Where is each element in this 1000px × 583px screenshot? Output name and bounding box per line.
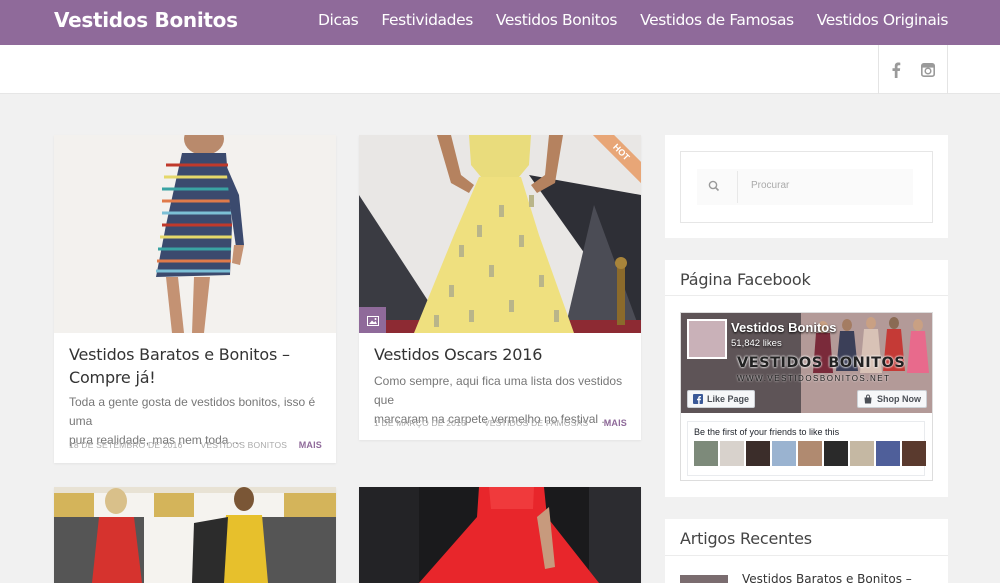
- like-page-label[interactable]: Like Page: [707, 394, 749, 404]
- facebook-page-avatar[interactable]: [687, 319, 727, 359]
- fan-avatar[interactable]: [772, 441, 796, 466]
- post-title[interactable]: Vestidos Oscars 2016: [374, 343, 542, 366]
- facebook-page-name[interactable]: Vestidos Bonitos: [731, 320, 836, 335]
- fan-avatar[interactable]: [746, 441, 770, 466]
- post-meta: 1 DE MARÇO DE 2016 VESTIDOS DE FAMOSAS M…: [374, 418, 627, 428]
- nav-item-vestidos-de-famosas[interactable]: Vestidos de Famosas: [640, 11, 794, 29]
- facebook-widget: Página Facebook Vestidos Bonitos 51,842 …: [665, 260, 948, 497]
- hot-badge-label: HOT: [591, 135, 641, 185]
- nav-item-vestidos-bonitos[interactable]: Vestidos Bonitos: [496, 11, 618, 29]
- nav-item-festividades[interactable]: Festividades: [381, 11, 473, 29]
- post-title-line[interactable]: Vestidos Baratos e Bonitos –: [69, 345, 290, 364]
- nav-item-dicas[interactable]: Dicas: [318, 11, 359, 29]
- search-input[interactable]: Procurar: [697, 169, 913, 205]
- search-placeholder: Procurar: [751, 180, 790, 191]
- search-icon[interactable]: [707, 179, 721, 198]
- shop-now-button[interactable]: Shop Now: [857, 390, 927, 408]
- search-box: Procurar: [680, 151, 933, 223]
- read-more-link[interactable]: MAIS: [604, 418, 627, 428]
- fan-avatar[interactable]: [798, 441, 822, 466]
- site-logo[interactable]: Vestidos Bonitos: [54, 8, 238, 32]
- nav-item-vestidos-originais[interactable]: Vestidos Originais: [817, 11, 949, 29]
- post-image[interactable]: HOT: [359, 135, 641, 333]
- shop-now-label[interactable]: Shop Now: [877, 394, 921, 404]
- post-category[interactable]: VESTIDOS BONITOS: [201, 440, 288, 450]
- fan-avatar[interactable]: [824, 441, 848, 466]
- recent-post-thumbnail[interactable]: [680, 575, 728, 583]
- fan-avatar[interactable]: [850, 441, 874, 466]
- facebook-like-count: 51,842 likes: [731, 338, 782, 349]
- post-title[interactable]: Vestidos Baratos e Bonitos – Compre já!: [69, 343, 290, 389]
- read-more-link[interactable]: MAIS: [299, 440, 322, 450]
- facebook-friends-box: Be the first of your friends to like thi…: [687, 421, 926, 476]
- post-date: 1 DE MARÇO DE 2016: [374, 418, 466, 428]
- fan-avatar[interactable]: [720, 441, 744, 466]
- widget-divider: [665, 295, 948, 296]
- post-date: 18 DE SETEMBRO DE 2016: [69, 440, 183, 450]
- hot-badge: HOT: [591, 135, 641, 185]
- post-image[interactable]: [54, 135, 336, 333]
- like-page-button[interactable]: Like Page: [687, 390, 756, 408]
- facebook-friends-text: Be the first of your friends to like thi…: [694, 427, 840, 437]
- post-image[interactable]: [54, 487, 336, 583]
- widget-title: Página Facebook: [680, 270, 811, 289]
- search-widget: Procurar: [665, 135, 948, 238]
- fan-avatar[interactable]: [876, 441, 900, 466]
- post-title-line[interactable]: Compre já!: [69, 368, 156, 387]
- facebook-icon: [693, 394, 703, 404]
- facebook-cover-brand: VESTIDOS BONITOS: [737, 355, 906, 371]
- post-card[interactable]: [54, 487, 336, 583]
- facebook-cover-url: WWW.VESTIDOSBONITOS.NET: [737, 374, 891, 383]
- shopping-bag-icon: [864, 394, 872, 404]
- post-card[interactable]: [359, 487, 641, 583]
- recent-post-title[interactable]: Vestidos Baratos e Bonitos –: [742, 572, 912, 583]
- main-nav: Dicas Festividades Vestidos Bonitos Vest…: [318, 11, 948, 29]
- post-image[interactable]: [359, 487, 641, 583]
- fan-avatar[interactable]: [694, 441, 718, 466]
- post-excerpt-line: Como sempre, aqui fica uma lista dos ves…: [374, 374, 623, 407]
- widget-title: Artigos Recentes: [680, 529, 812, 548]
- recent-posts-widget: Artigos Recentes Vestidos Baratos e Boni…: [665, 519, 948, 583]
- facebook-cover-image[interactable]: Vestidos Bonitos 51,842 likes VESTIDOS B…: [681, 313, 932, 413]
- post-category[interactable]: VESTIDOS DE FAMOSAS: [484, 418, 588, 428]
- social-bar: [0, 45, 1000, 94]
- post-excerpt-line: Toda a gente gosta de vestidos bonitos, …: [69, 395, 316, 428]
- facebook-faces: [694, 441, 926, 466]
- image-format-icon[interactable]: [359, 307, 386, 333]
- facebook-page-plugin[interactable]: Vestidos Bonitos 51,842 likes VESTIDOS B…: [680, 312, 933, 481]
- top-navbar: Vestidos Bonitos Dicas Festividades Vest…: [0, 0, 1000, 45]
- search-divider: [737, 171, 738, 203]
- post-card[interactable]: HOT Vestidos Oscars 2016 Como sempre, aq…: [359, 135, 641, 440]
- instagram-icon[interactable]: [908, 45, 948, 94]
- post-meta: 18 DE SETEMBRO DE 2016 VESTIDOS BONITOS …: [69, 440, 322, 450]
- post-card[interactable]: Vestidos Baratos e Bonitos – Compre já! …: [54, 135, 336, 463]
- fan-avatar[interactable]: [902, 441, 926, 466]
- post-title-line[interactable]: Vestidos Oscars 2016: [374, 345, 542, 364]
- widget-divider: [665, 555, 948, 556]
